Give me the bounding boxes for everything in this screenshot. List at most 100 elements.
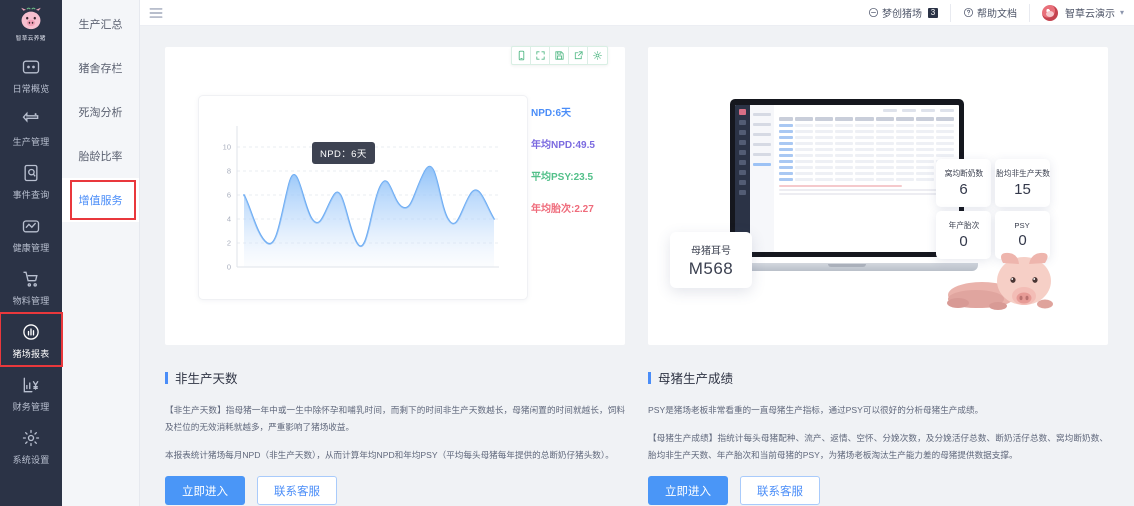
sidebar-item-label: 日常概览: [12, 84, 50, 94]
section-paragraph: 本报表统计猪场每月NPD（非生产天数），从而计算年均NPD和年均PSY（平均每头…: [165, 449, 614, 460]
enter-now-button[interactable]: 立即进入: [648, 476, 728, 506]
contact-support-button[interactable]: 联系客服: [740, 476, 820, 506]
section-sow-performance: 母猪生产成绩 PSY是猪场老板非常看重的一直母猪生产指标，通过PSY可以很好的分…: [648, 368, 1108, 506]
sub-item-value-added-service[interactable]: 增值服务: [62, 178, 139, 222]
main-column: 梦创猪场 3 帮助文档 智草云演示 ▾ 10 8 6 4 2 0 NPD：6天 …: [140, 0, 1134, 506]
question-circle-icon: [963, 7, 974, 18]
section-title: 非生产天数: [175, 372, 238, 386]
sidebar-item-daily-overview[interactable]: 日常概览: [0, 48, 62, 101]
fullscreen-button[interactable]: [531, 47, 550, 64]
content-area: 10 8 6 4 2 0 NPD：6天 NPD:6天 年均NPD:49.5 平均…: [140, 26, 1134, 506]
section-buttons: 立即进入 联系客服: [648, 476, 1108, 506]
mock-table: [779, 117, 954, 181]
brand-name: 智草云养猪: [16, 36, 46, 42]
chart-card: 10 8 6 4 2 0 NPD：6天 NPD:6天 年均NPD:49.5 平均…: [165, 47, 625, 345]
panel-sow-performance: 母猪耳号 M568 窝均断奶数 6 胎均非生产天数 15 年产胎次 0 PSY …: [648, 47, 1108, 506]
section-title-row: 非生产天数: [165, 368, 625, 387]
chart-summary-stats: NPD:6天 年均NPD:49.5 平均PSY:23.5 年均胎次:2.27: [531, 104, 595, 215]
section-title: 母猪生产成绩: [658, 372, 734, 386]
sub-item-barn-inventory[interactable]: 猪舍存栏: [62, 46, 139, 90]
metric-card: 胎均非生产天数 15: [995, 159, 1050, 207]
sidebar-item-material[interactable]: 物料管理: [0, 260, 62, 313]
contact-support-button[interactable]: 联系客服: [257, 476, 337, 506]
laptop-screen: [730, 99, 964, 257]
enter-now-button[interactable]: 立即进入: [165, 476, 245, 506]
hamburger-icon[interactable]: [149, 7, 163, 19]
metric-card: 窝均断奶数 6: [936, 159, 991, 207]
svg-text:2: 2: [227, 239, 231, 248]
mobile-preview-button[interactable]: [512, 47, 531, 64]
ear-tag-label: 母猪耳号: [691, 245, 731, 257]
gear-icon: [20, 427, 42, 449]
section-accent-bar: [648, 371, 651, 384]
sub-item-production-summary[interactable]: 生产汇总: [62, 2, 139, 46]
sub-item-parity-ratio[interactable]: 胎龄比率: [62, 134, 139, 178]
health-icon: [20, 215, 42, 237]
farm-name: 梦创猪场: [881, 9, 922, 20]
mock-main: [774, 105, 959, 252]
report-chart-icon: [20, 321, 42, 343]
sidebar-item-label: 物料管理: [12, 296, 50, 306]
avatar: [1041, 4, 1058, 21]
help-docs-link[interactable]: 帮助文档: [951, 3, 1030, 22]
mock-subnav: [750, 105, 774, 252]
save-button[interactable]: [550, 47, 569, 64]
sidebar-item-farm-report[interactable]: 猪场报表: [0, 312, 63, 367]
metric-value: 15: [1014, 181, 1031, 198]
mock-sidebar: [735, 105, 750, 252]
piglet-photo: [947, 252, 1053, 310]
sidebar-item-label: 财务管理: [12, 402, 50, 412]
chart-tooltip: NPD：6天: [312, 142, 375, 164]
secondary-sidebar: 生产汇总 猪舍存栏 死淘分析 胎龄比率 增值服务: [62, 0, 140, 506]
sidebar-item-label: 健康管理: [12, 243, 50, 253]
metric-label: 胎均非生产天数: [995, 169, 1050, 178]
export-button[interactable]: [569, 47, 588, 64]
metric-value: 6: [959, 181, 968, 198]
sidebar-item-settings[interactable]: 系统设置: [0, 419, 62, 472]
farm-selector[interactable]: 梦创猪场 3: [856, 3, 951, 22]
mock-note: [779, 185, 954, 195]
metric-label: PSY: [1014, 221, 1031, 230]
sidebar-item-label: 生产管理: [12, 137, 50, 147]
ear-tag-value: M568: [688, 258, 734, 278]
svg-text:8: 8: [227, 167, 231, 176]
finance-icon: [20, 374, 42, 396]
panel-npd: 10 8 6 4 2 0 NPD：6天 NPD:6天 年均NPD:49.5 平均…: [165, 47, 625, 506]
sub-item-death-cull-analysis[interactable]: 死淘分析: [62, 90, 139, 134]
metric-cards: 窝均断奶数 6 胎均非生产天数 15 年产胎次 0 PSY 0: [936, 159, 1050, 259]
material-icon: [20, 268, 42, 290]
laptop-base: [716, 263, 978, 271]
farm-icon: [868, 7, 879, 18]
brand-logo[interactable]: 智草云养猪: [0, 4, 62, 48]
sidebar-item-label: 事件查询: [12, 190, 50, 200]
settings-button[interactable]: [588, 47, 607, 64]
sidebar-item-production[interactable]: 生产管理: [0, 101, 62, 154]
sidebar-item-event-query[interactable]: 事件查询: [0, 154, 62, 207]
svg-text:0: 0: [227, 263, 231, 272]
panels: 10 8 6 4 2 0 NPD：6天 NPD:6天 年均NPD:49.5 平均…: [140, 32, 1134, 506]
user-menu[interactable]: 智草云演示 ▾: [1030, 4, 1126, 22]
laptop-notch: [828, 264, 866, 267]
svg-text:4: 4: [227, 215, 231, 224]
section-buttons: 立即进入 联系客服: [165, 476, 625, 506]
section-paragraph: PSY是猪场老板非常看重的一直母猪生产指标，通过PSY可以很好的分析母猪生产成绩…: [648, 405, 984, 415]
primary-sidebar: 智草云养猪 日常概览 生产管理 事件查询 健康管理 物料管理 猪场报表 财务管理…: [0, 0, 63, 506]
mock-topbar: [779, 109, 954, 112]
laptop-screen-content: [735, 105, 959, 252]
sub-item-label: 死淘分析: [78, 107, 123, 119]
section-accent-bar: [165, 371, 168, 384]
pig-head-logo-icon: [17, 6, 45, 32]
section-paragraph: 【母猪生产成绩】指统计每头母猪配种、流产、返情、空怀、分娩次数，及分娩活仔总数、…: [648, 432, 1108, 460]
topbar: 梦创猪场 3 帮助文档 智草云演示 ▾: [140, 0, 1134, 26]
stat-annual-parity: 年均胎次:2.27: [531, 204, 594, 215]
sidebar-item-label: 系统设置: [12, 455, 50, 465]
sub-item-label: 猪舍存栏: [78, 63, 123, 75]
stat-average-psy: 平均PSY:23.5: [531, 172, 594, 183]
metric-label: 年产胎次: [948, 221, 979, 230]
section-paragraph: 【非生产天数】指母猪一年中或一生中除怀孕和哺乳时间，而剩下的时间非生产天数越长，…: [165, 405, 625, 432]
production-icon: [20, 109, 42, 131]
sidebar-item-finance[interactable]: 财务管理: [0, 366, 62, 419]
sidebar-item-health[interactable]: 健康管理: [0, 207, 62, 260]
npd-chart[interactable]: 10 8 6 4 2 0 NPD：6天: [198, 95, 528, 300]
svg-text:6: 6: [227, 191, 231, 200]
